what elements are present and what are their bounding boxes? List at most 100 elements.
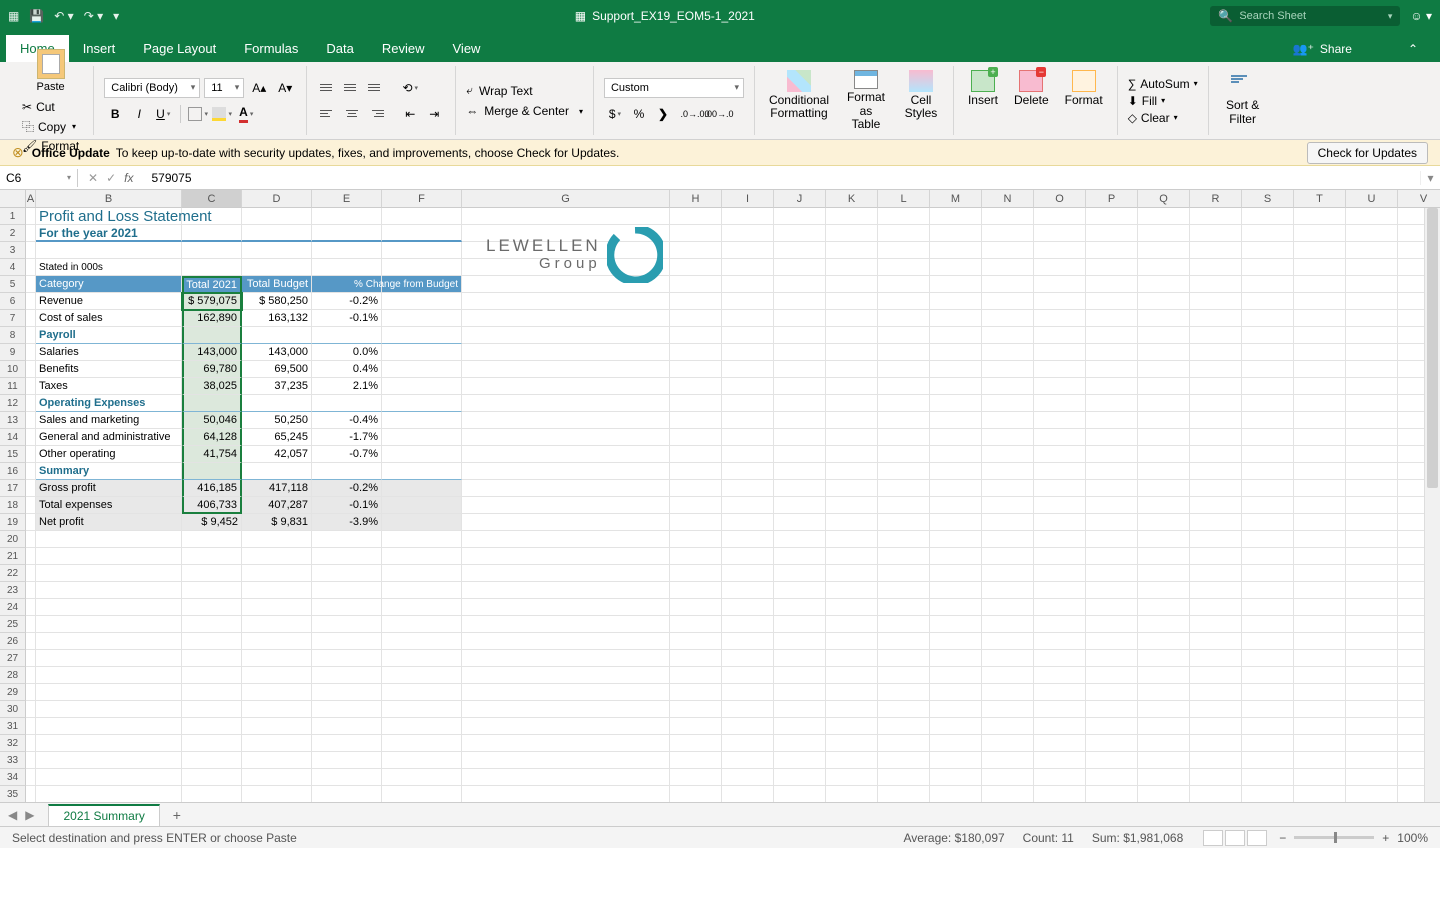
- cell-S[interactable]: [1242, 565, 1294, 582]
- check-updates-button[interactable]: Check for Updates: [1307, 142, 1428, 164]
- row-header-23[interactable]: 23: [0, 582, 26, 599]
- cell-R[interactable]: [1190, 684, 1242, 701]
- cell-C[interactable]: [182, 395, 242, 412]
- cell-H[interactable]: [670, 599, 722, 616]
- cell-B[interactable]: Revenue: [36, 293, 182, 310]
- col-header-D[interactable]: D: [242, 190, 312, 208]
- align-center-icon[interactable]: [341, 104, 363, 124]
- cell-O[interactable]: [1034, 616, 1086, 633]
- col-header-G[interactable]: G: [462, 190, 670, 208]
- cell-L[interactable]: [878, 293, 930, 310]
- cell-H[interactable]: [670, 701, 722, 718]
- cell-D[interactable]: [242, 684, 312, 701]
- cell-L[interactable]: [878, 599, 930, 616]
- cell-N[interactable]: [982, 293, 1034, 310]
- cell-K[interactable]: [826, 259, 878, 276]
- cell-L[interactable]: [878, 310, 930, 327]
- cell-K[interactable]: [826, 242, 878, 259]
- cell-J[interactable]: [774, 752, 826, 769]
- cell-U[interactable]: [1346, 531, 1398, 548]
- cell-H[interactable]: [670, 463, 722, 480]
- cell-B[interactable]: Taxes: [36, 378, 182, 395]
- cell-O[interactable]: [1034, 701, 1086, 718]
- cell-I[interactable]: [722, 616, 774, 633]
- cell-B[interactable]: [36, 242, 182, 259]
- row-header-35[interactable]: 35: [0, 786, 26, 802]
- cell-K[interactable]: [826, 361, 878, 378]
- cell-Q[interactable]: [1138, 531, 1190, 548]
- cell-R[interactable]: [1190, 701, 1242, 718]
- align-top-icon[interactable]: [317, 78, 339, 98]
- cell-I[interactable]: [722, 310, 774, 327]
- cell-O[interactable]: [1034, 259, 1086, 276]
- cell-S[interactable]: [1242, 463, 1294, 480]
- cell-D[interactable]: 143,000: [242, 344, 312, 361]
- tab-view[interactable]: View: [439, 35, 495, 62]
- cell-C[interactable]: 143,000: [182, 344, 242, 361]
- normal-view-icon[interactable]: [1203, 830, 1223, 846]
- cell-M[interactable]: [930, 769, 982, 786]
- cell-B[interactable]: Cost of sales: [36, 310, 182, 327]
- close-icon[interactable]: ⊗: [12, 144, 24, 161]
- cell-B[interactable]: General and administrative: [36, 429, 182, 446]
- cell-M[interactable]: [930, 514, 982, 531]
- cell-A[interactable]: [26, 361, 36, 378]
- cell-U[interactable]: [1346, 259, 1398, 276]
- cell-A[interactable]: [26, 786, 36, 802]
- cell-O[interactable]: [1034, 497, 1086, 514]
- cell-U[interactable]: [1346, 446, 1398, 463]
- cell-F[interactable]: [382, 412, 462, 429]
- cell-O[interactable]: [1034, 429, 1086, 446]
- cell-J[interactable]: [774, 514, 826, 531]
- cell-G[interactable]: [462, 650, 670, 667]
- cell-K[interactable]: [826, 769, 878, 786]
- cell-E[interactable]: [312, 718, 382, 735]
- cell-N[interactable]: [982, 701, 1034, 718]
- cell-A[interactable]: [26, 616, 36, 633]
- cell-K[interactable]: [826, 395, 878, 412]
- cell-S[interactable]: [1242, 752, 1294, 769]
- cell-C[interactable]: [182, 650, 242, 667]
- cell-N[interactable]: [982, 548, 1034, 565]
- cell-A[interactable]: [26, 378, 36, 395]
- cell-N[interactable]: [982, 565, 1034, 582]
- cell-N[interactable]: [982, 786, 1034, 802]
- cell-U[interactable]: [1346, 599, 1398, 616]
- cell-F[interactable]: % Change from Budget: [382, 276, 462, 293]
- cell-F[interactable]: [382, 395, 462, 412]
- cell-F[interactable]: [382, 684, 462, 701]
- cell-A[interactable]: [26, 395, 36, 412]
- borders-button[interactable]: [187, 104, 209, 124]
- cell-T[interactable]: [1294, 344, 1346, 361]
- cell-F[interactable]: [382, 599, 462, 616]
- fill-button[interactable]: ⬇Fill▾: [1128, 94, 1198, 108]
- cell-M[interactable]: [930, 412, 982, 429]
- cell-C[interactable]: [182, 616, 242, 633]
- cell-Q[interactable]: [1138, 616, 1190, 633]
- cell-T[interactable]: [1294, 378, 1346, 395]
- cell-F[interactable]: [382, 242, 462, 259]
- cell-B[interactable]: [36, 599, 182, 616]
- cell-Q[interactable]: [1138, 412, 1190, 429]
- cell-H[interactable]: [670, 429, 722, 446]
- cell-G[interactable]: [462, 548, 670, 565]
- cell-I[interactable]: [722, 599, 774, 616]
- cell-K[interactable]: [826, 582, 878, 599]
- cell-I[interactable]: [722, 225, 774, 242]
- cell-E[interactable]: [312, 701, 382, 718]
- cell-C[interactable]: [182, 684, 242, 701]
- cell-Q[interactable]: [1138, 344, 1190, 361]
- cell-T[interactable]: [1294, 497, 1346, 514]
- col-header-I[interactable]: I: [722, 190, 774, 208]
- cell-G[interactable]: [462, 565, 670, 582]
- cell-Q[interactable]: [1138, 208, 1190, 225]
- cell-T[interactable]: [1294, 599, 1346, 616]
- cell-J[interactable]: [774, 378, 826, 395]
- insert-cells-button[interactable]: Insert: [964, 68, 1002, 133]
- cell-C[interactable]: [182, 701, 242, 718]
- cell-N[interactable]: [982, 242, 1034, 259]
- tab-data[interactable]: Data: [312, 35, 367, 62]
- cell-F[interactable]: [382, 650, 462, 667]
- cell-O[interactable]: [1034, 310, 1086, 327]
- cell-P[interactable]: [1086, 565, 1138, 582]
